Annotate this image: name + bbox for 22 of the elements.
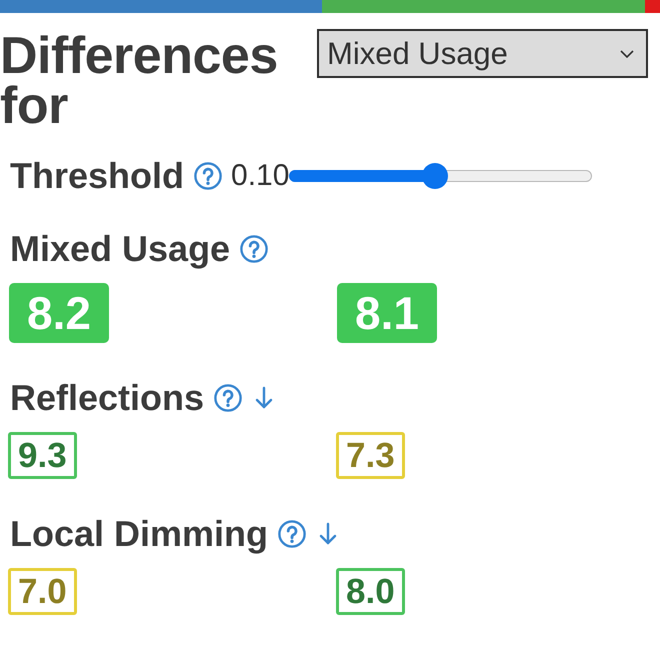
help-icon[interactable]: [240, 235, 268, 263]
threshold-label: Threshold: [10, 156, 184, 196]
help-icon[interactable]: [194, 162, 222, 190]
down-arrow-icon[interactable]: [318, 522, 338, 546]
down-arrow-icon[interactable]: [254, 386, 274, 410]
section-title: Local Dimming: [10, 514, 268, 554]
score-badge: 8.0: [336, 568, 405, 615]
score-badge: 7.0: [8, 568, 77, 615]
help-icon[interactable]: [214, 384, 242, 412]
section-title: Reflections: [10, 378, 204, 418]
usage-dropdown[interactable]: Mixed Usage: [317, 29, 648, 78]
score-badge: 8.1: [337, 283, 437, 343]
score-badge: 8.2: [9, 283, 109, 343]
slider-thumb[interactable]: [422, 163, 448, 189]
score-badge: 7.3: [336, 432, 405, 479]
page-heading: Differences for: [0, 31, 279, 131]
section-title: Mixed Usage: [10, 229, 230, 269]
threshold-slider[interactable]: [289, 163, 592, 189]
help-icon[interactable]: [278, 520, 306, 548]
score-badge: 9.3: [8, 432, 77, 479]
chevron-down-icon: [620, 50, 634, 58]
threshold-value: 0.10: [231, 158, 290, 194]
